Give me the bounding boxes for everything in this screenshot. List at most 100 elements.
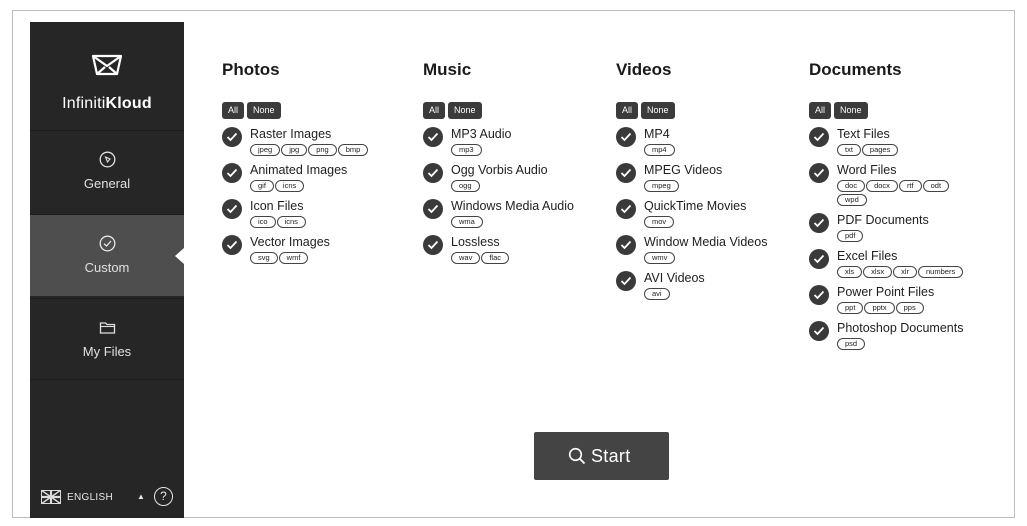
- checked-icon[interactable]: [809, 213, 829, 233]
- sidebar-item-my-files[interactable]: My Files: [30, 298, 184, 380]
- start-button[interactable]: Start: [534, 432, 669, 480]
- item-label: Power Point Files: [837, 285, 935, 299]
- file-type-item[interactable]: Vector Images svg wmf: [222, 234, 412, 266]
- file-type-item[interactable]: Icon Files ico icns: [222, 198, 412, 230]
- item-label: QuickTime Movies: [644, 199, 747, 213]
- ext-tag: svg: [250, 252, 278, 264]
- item-label: MP4: [644, 127, 670, 141]
- file-type-item[interactable]: Excel Files xls xlsx xlr numbers: [809, 248, 999, 280]
- checked-icon[interactable]: [423, 127, 443, 147]
- ext-tag: pptx: [864, 302, 895, 314]
- select-all-button[interactable]: All: [616, 102, 639, 119]
- ext-tag: xls: [837, 266, 863, 278]
- file-type-item[interactable]: Raster Images jpeg jpg png bmp: [222, 126, 412, 158]
- ext-tag: txt: [837, 144, 861, 156]
- item-label: Word Files: [837, 163, 897, 177]
- checked-icon[interactable]: [222, 199, 242, 219]
- ext-tag: mp4: [644, 144, 675, 156]
- file-type-item[interactable]: Word Files doc docx rtf odt wpd: [809, 162, 999, 208]
- file-type-item[interactable]: AVI Videos avi: [616, 270, 806, 302]
- help-button[interactable]: ?: [154, 487, 173, 506]
- file-type-item[interactable]: Animated Images gif icns: [222, 162, 412, 194]
- item-label: Photoshop Documents: [837, 321, 964, 335]
- checked-icon[interactable]: [809, 285, 829, 305]
- ext-tag: jpg: [281, 144, 308, 156]
- file-type-item[interactable]: PDF Documents pdf: [809, 212, 999, 244]
- file-type-item[interactable]: Window Media Videos wmv: [616, 234, 806, 266]
- file-type-item[interactable]: Windows Media Audio wma: [423, 198, 613, 230]
- ext-tag: ppt: [837, 302, 864, 314]
- ext-tag: icns: [276, 216, 306, 228]
- checked-icon[interactable]: [423, 235, 443, 255]
- select-none-button[interactable]: None: [247, 102, 281, 119]
- ext-tag: png: [308, 144, 337, 156]
- checked-icon[interactable]: [423, 163, 443, 183]
- checked-icon[interactable]: [222, 163, 242, 183]
- ext-tag: doc: [837, 180, 866, 192]
- column-title: Documents: [809, 60, 902, 79]
- select-all-button[interactable]: All: [423, 102, 446, 119]
- select-none-button[interactable]: None: [448, 102, 482, 119]
- checked-icon[interactable]: [809, 321, 829, 341]
- infinitikloud-logo-icon: [91, 54, 123, 76]
- ext-tag: wpd: [837, 194, 867, 206]
- select-none-button[interactable]: None: [641, 102, 675, 119]
- checked-icon[interactable]: [423, 199, 443, 219]
- file-type-item[interactable]: Photoshop Documents psd: [809, 320, 999, 352]
- ext-tag: xlsx: [863, 266, 893, 278]
- videos-column: Videos All None MP4 mp4 MPEG Videos mpeg …: [616, 60, 806, 302]
- select-all-button[interactable]: All: [222, 102, 245, 119]
- file-type-item[interactable]: MPEG Videos mpeg: [616, 162, 806, 194]
- checked-icon[interactable]: [222, 235, 242, 255]
- item-label: Vector Images: [250, 235, 330, 249]
- ext-tag: docx: [866, 180, 898, 192]
- checked-icon[interactable]: [616, 235, 636, 255]
- checked-icon[interactable]: [222, 127, 242, 147]
- checked-icon[interactable]: [616, 127, 636, 147]
- language-selector[interactable]: ENGLISH ▲ ?: [41, 487, 176, 507]
- ext-tag: wma: [451, 216, 483, 228]
- logo: InfinitiKloud: [30, 22, 184, 130]
- ext-tag: mov: [644, 216, 675, 228]
- file-type-item[interactable]: MP3 Audio mp3: [423, 126, 613, 158]
- select-none-button[interactable]: None: [834, 102, 868, 119]
- item-label: Excel Files: [837, 249, 898, 263]
- ext-tag: jpeg: [250, 144, 281, 156]
- file-type-item[interactable]: Text Files txt pages: [809, 126, 999, 158]
- ext-tag: rtf: [898, 180, 922, 192]
- select-buttons: All None: [423, 102, 613, 121]
- file-type-item[interactable]: Ogg Vorbis Audio ogg: [423, 162, 613, 194]
- checked-icon[interactable]: [809, 163, 829, 183]
- item-label: Windows Media Audio: [451, 199, 574, 213]
- checked-icon[interactable]: [809, 127, 829, 147]
- sidebar-item-label: My Files: [82, 344, 132, 359]
- checked-icon[interactable]: [616, 271, 636, 291]
- file-type-item[interactable]: Lossless wav flac: [423, 234, 613, 266]
- checked-icon[interactable]: [809, 249, 829, 269]
- ext-tag: psd: [837, 338, 866, 350]
- ext-tag: ogg: [451, 180, 480, 192]
- documents-column: Documents All None Text Files txt pages Wo…: [809, 60, 999, 352]
- checked-icon[interactable]: [616, 199, 636, 219]
- ext-tag: pages: [861, 144, 899, 156]
- sidebar-item-general[interactable]: General: [30, 130, 184, 212]
- file-type-item[interactable]: QuickTime Movies mov: [616, 198, 806, 230]
- file-type-item[interactable]: Power Point Files ppt pptx pps: [809, 284, 999, 316]
- ext-tag: mpeg: [644, 180, 679, 192]
- ext-tag: xlr: [893, 266, 918, 278]
- sidebar-item-custom[interactable]: Custom: [30, 214, 184, 296]
- item-label: Ogg Vorbis Audio: [451, 163, 548, 177]
- brand-name: InfinitiKloud: [62, 95, 152, 112]
- active-indicator: [175, 248, 184, 264]
- select-buttons: All None: [616, 102, 806, 121]
- select-all-button[interactable]: All: [809, 102, 832, 119]
- caret-up-icon: ▲: [137, 492, 145, 501]
- file-type-item[interactable]: MP4 mp4: [616, 126, 806, 158]
- sidebar: InfinitiKloud General Custom My Files EN…: [30, 22, 184, 518]
- column-title: Videos: [616, 60, 672, 79]
- sidebar-item-label: General: [83, 176, 131, 191]
- ext-tag: numbers: [918, 266, 964, 278]
- column-title: Photos: [222, 60, 280, 79]
- item-label: Icon Files: [250, 199, 304, 213]
- checked-icon[interactable]: [616, 163, 636, 183]
